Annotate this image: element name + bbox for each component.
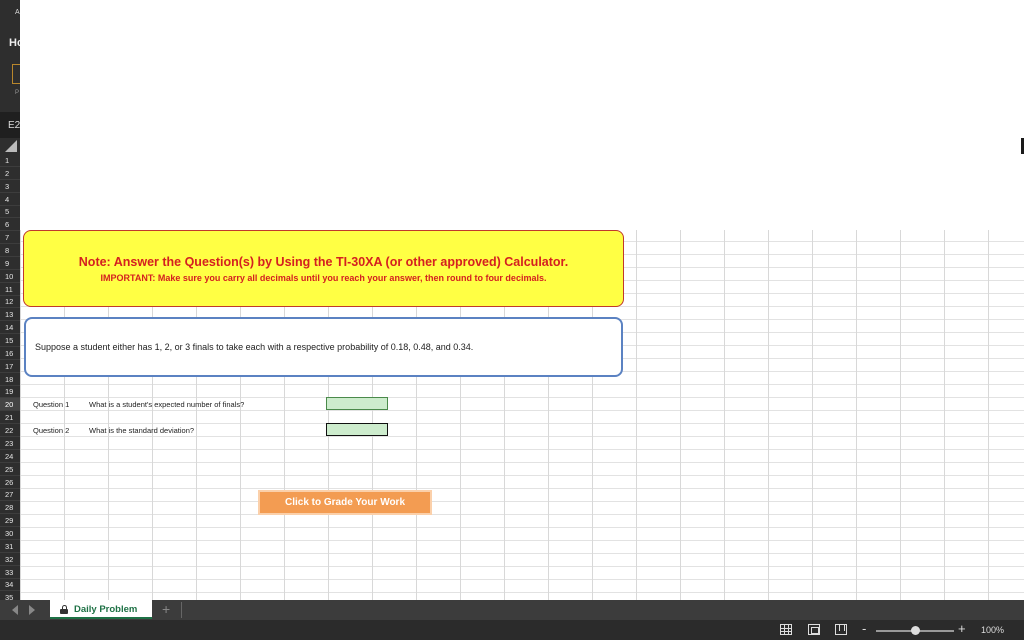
add-sheet-button[interactable]: + (162, 601, 170, 617)
problem-text: Suppose a student either has 1, 2, or 3 … (35, 342, 474, 352)
note-subtitle: IMPORTANT: Make sure you carry all decim… (100, 273, 547, 283)
page-break-view-icon[interactable] (835, 624, 847, 635)
row-number[interactable]: 17 (0, 360, 20, 373)
sheet-next-icon[interactable] (29, 605, 35, 615)
row-number[interactable]: 11 (0, 283, 20, 296)
row-number[interactable]: 24 (0, 450, 20, 463)
row-number[interactable]: 5 (0, 205, 20, 219)
row-number[interactable]: 14 (0, 321, 20, 335)
row-number[interactable]: 18 (0, 373, 20, 386)
note-box: Note: Answer the Question(s) by Using th… (23, 230, 624, 307)
row-number[interactable]: 1 (0, 154, 20, 167)
row-number[interactable]: 26 (0, 476, 20, 489)
zoom-slider-thumb[interactable] (911, 626, 920, 635)
grade-button[interactable]: Click to Grade Your Work (258, 490, 432, 515)
row-number[interactable]: 10 (0, 270, 20, 283)
row-number[interactable]: 8 (0, 244, 20, 258)
question-1-label: Question 1 (33, 400, 70, 409)
zoom-level[interactable]: 100% (981, 625, 1004, 635)
row-number[interactable]: 27 (0, 488, 20, 502)
note-title: Note: Answer the Question(s) by Using th… (78, 255, 569, 269)
spreadsheet-window: A Hc P E2 1 2 3 4 5 6 7 8 9 10 11 12 13 14 15 16 17 18 19 2… (0, 0, 1024, 640)
sheet-tab-daily-problem[interactable]: Daily Problem (50, 600, 152, 619)
paste-label-fragment: P (15, 90, 20, 96)
question-1-answer-cell[interactable] (326, 397, 388, 410)
row-number[interactable]: 6 (0, 218, 20, 232)
row-number[interactable]: 34 (0, 578, 20, 592)
sheet-tab-bar: Daily Problem + (0, 600, 1024, 620)
row-number[interactable]: 30 (0, 527, 20, 540)
page-layout-view-icon[interactable] (808, 624, 820, 635)
row-number[interactable]: 32 (0, 553, 20, 566)
tab-divider (181, 602, 182, 618)
sheet-prev-icon[interactable] (12, 605, 18, 615)
row-number[interactable]: 28 (0, 501, 20, 515)
row-number[interactable]: 2 (0, 167, 20, 180)
row-number[interactable]: 21 (0, 411, 20, 425)
grid-top-blank (20, 154, 1021, 230)
row-number[interactable]: 31 (0, 540, 20, 553)
normal-view-icon[interactable] (780, 624, 792, 635)
problem-box: Suppose a student either has 1, 2, or 3 … (24, 317, 623, 377)
row-number[interactable]: 12 (0, 295, 20, 309)
status-bar: - + 100% (0, 620, 1024, 640)
row-number[interactable]: 4 (0, 193, 20, 206)
row-number[interactable]: 15 (0, 334, 20, 348)
row-number[interactable]: 9 (0, 257, 20, 270)
question-2-text: What is the standard deviation? (89, 426, 195, 435)
row-number[interactable]: 20 (0, 398, 20, 412)
name-box[interactable]: E2 (0, 112, 20, 138)
question-1-text: What is a student's expected number of f… (89, 400, 245, 409)
row-number[interactable]: 7 (0, 231, 20, 245)
select-all-corner[interactable] (0, 139, 20, 154)
row-number[interactable]: 19 (0, 385, 20, 399)
question-2-label: Question 2 (33, 426, 70, 435)
row-number[interactable]: 29 (0, 514, 20, 528)
row-number[interactable]: 33 (0, 566, 20, 579)
row-number[interactable]: 25 (0, 463, 20, 476)
sheet-tab-label: Daily Problem (74, 604, 138, 615)
zoom-in-button[interactable]: + (958, 621, 966, 636)
zoom-out-button[interactable]: - (862, 621, 866, 636)
select-all-triangle-icon (5, 140, 17, 152)
lock-icon (60, 605, 68, 614)
row-number[interactable]: 3 (0, 180, 20, 193)
row-number[interactable]: 23 (0, 437, 20, 450)
question-2-answer-cell[interactable] (326, 423, 388, 436)
row-number[interactable]: 22 (0, 424, 20, 438)
row-number[interactable]: 16 (0, 347, 20, 360)
app-title-fragment: A (15, 9, 20, 16)
row-number[interactable]: 13 (0, 308, 20, 322)
